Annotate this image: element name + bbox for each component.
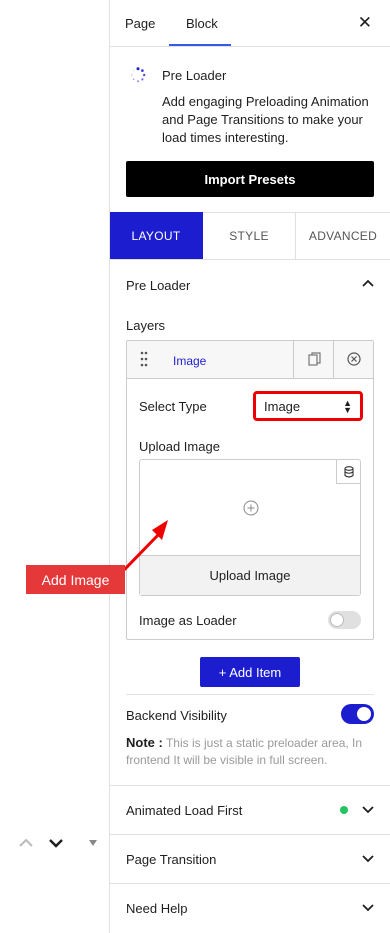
backend-visibility-toggle[interactable] xyxy=(341,704,374,724)
block-description: Add engaging Preloading Animation and Pa… xyxy=(162,94,369,145)
tab-advanced[interactable]: ADVANCED xyxy=(296,212,390,259)
more-options-icon[interactable] xyxy=(88,839,98,847)
image-as-loader-toggle[interactable] xyxy=(328,611,361,629)
backend-visibility-label: Backend Visibility xyxy=(126,708,227,723)
select-type-label: Select Type xyxy=(139,399,207,414)
block-title: Pre Loader xyxy=(162,68,227,83)
upload-image-button[interactable]: Upload Image xyxy=(140,555,360,595)
chevron-down-icon[interactable] xyxy=(362,806,374,814)
note-label: Note : xyxy=(126,735,163,750)
close-icon[interactable]: ✕ xyxy=(358,14,372,31)
animated-load-first-section[interactable]: Animated Load First xyxy=(126,803,374,818)
layers-label: Layers xyxy=(126,318,166,333)
image-as-loader-label: Image as Loader xyxy=(139,613,237,628)
preloader-icon xyxy=(131,67,146,83)
divider xyxy=(333,341,334,379)
add-item-button[interactable]: + Add Item xyxy=(200,657,300,687)
add-media-icon[interactable] xyxy=(243,500,259,516)
settings-tabs: LAYOUT STYLE ADVANCED xyxy=(110,212,390,260)
database-icon[interactable] xyxy=(336,460,360,484)
divider xyxy=(110,785,390,786)
status-dot xyxy=(340,806,348,814)
tab-page[interactable]: Page xyxy=(125,16,155,31)
select-type-dropdown[interactable]: Image ▲ ▼ xyxy=(253,391,363,421)
layer-name[interactable]: Image xyxy=(173,354,206,368)
move-down-icon[interactable] xyxy=(48,838,64,848)
select-type-value: Image xyxy=(264,398,301,414)
block-movers xyxy=(18,838,98,848)
section-title: Animated Load First xyxy=(126,803,243,818)
section-title: Pre Loader xyxy=(126,278,191,293)
tab-layout[interactable]: LAYOUT xyxy=(110,212,203,259)
select-arrows-icon: ▲ ▼ xyxy=(343,398,352,415)
divider xyxy=(126,694,374,695)
remove-icon[interactable] xyxy=(347,352,361,366)
import-presets-button[interactable]: Import Presets xyxy=(126,161,374,197)
image-upload-area[interactable]: Upload Image xyxy=(139,459,361,596)
need-help-section[interactable]: Need Help xyxy=(126,901,374,916)
layer-item: Image Select Type Image ▲▼ Upload Image xyxy=(126,340,374,640)
add-image-callout: Add Image xyxy=(26,565,125,594)
note-text: Note : This is just a static preloader a… xyxy=(126,734,376,769)
section-title: Need Help xyxy=(126,901,188,916)
tab-style[interactable]: STYLE xyxy=(203,212,296,259)
upload-image-label: Upload Image xyxy=(139,439,220,454)
settings-sidebar: Page Block ✕ Pre Loader Add engaging Pre… xyxy=(110,0,390,933)
page-transition-section[interactable]: Page Transition xyxy=(126,852,374,867)
duplicate-icon[interactable] xyxy=(308,352,321,366)
move-up-icon[interactable] xyxy=(18,838,34,848)
chevron-down-icon[interactable] xyxy=(362,855,374,863)
section-title: Page Transition xyxy=(126,852,217,867)
layer-header[interactable]: Image xyxy=(127,341,373,379)
drag-handle-icon[interactable] xyxy=(140,351,148,367)
divider xyxy=(293,341,294,379)
active-tab-indicator xyxy=(169,44,231,46)
chevron-down-icon[interactable] xyxy=(362,904,374,912)
preloader-section-toggle[interactable]: Pre Loader xyxy=(126,278,374,293)
divider xyxy=(110,834,390,835)
divider xyxy=(110,883,390,884)
editor-canvas-edge xyxy=(0,0,110,933)
chevron-up-icon[interactable] xyxy=(362,279,374,287)
sidebar-tabs: Page Block ✕ xyxy=(110,0,390,47)
tab-block[interactable]: Block xyxy=(186,16,218,31)
